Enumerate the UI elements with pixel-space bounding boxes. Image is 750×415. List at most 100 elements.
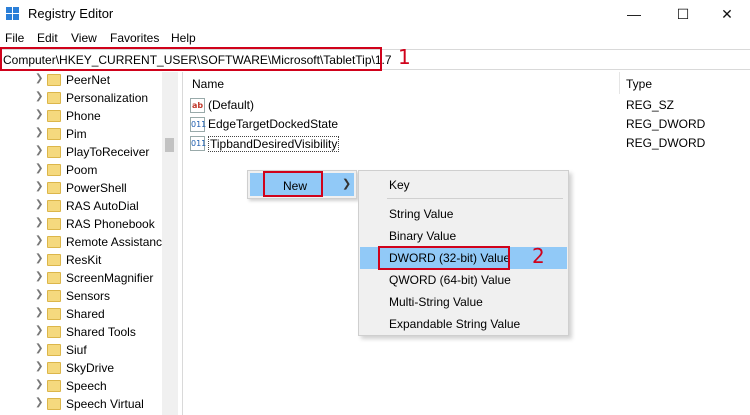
title-bar: Registry Editor — ☐ ✕ [0,0,750,28]
tree-item[interactable]: ❯ PeerNet [0,72,178,90]
folder-icon [47,92,61,104]
new-highlight-box [263,171,323,197]
chevron-right-icon[interactable]: ❯ [35,145,43,156]
binary-value-icon: 011 [190,117,206,132]
value-row[interactable]: 011 TipbandDesiredVisibility REG_DWORD [190,135,750,154]
pane-splitter[interactable] [182,72,183,415]
tree-item[interactable]: ❯ Poom [0,162,178,180]
folder-icon [47,362,61,374]
chevron-right-icon[interactable]: ❯ [35,217,43,228]
address-highlight-box [0,47,382,71]
tree-item[interactable]: ❯ Shared [0,306,178,324]
folder-icon [47,344,61,356]
tree-item[interactable]: ❯ RAS AutoDial [0,198,178,216]
binary-value-icon: 011 [190,136,206,151]
value-row[interactable]: ab (Default) REG_SZ [190,97,750,116]
column-header-name[interactable]: Name [192,77,224,91]
tree-item[interactable]: ❯ Speech Virtual [0,396,178,414]
folder-icon [47,398,61,410]
chevron-right-icon[interactable]: ❯ [35,343,43,354]
value-type: REG_DWORD [626,117,706,131]
tree-item[interactable]: ❯ Personalization [0,90,178,108]
menu-help[interactable]: Help [171,31,196,45]
chevron-right-icon[interactable]: ❯ [35,109,43,120]
step-2-label: 2 [532,244,545,268]
maximize-button[interactable]: ☐ [660,0,706,28]
folder-icon [47,380,61,392]
folder-icon [47,326,61,338]
chevron-right-icon[interactable]: ❯ [35,73,43,84]
folder-icon [47,110,61,122]
folder-icon [47,128,61,140]
chevron-right-icon[interactable]: ❯ [35,181,43,192]
tree-item[interactable]: ❯ SkyDrive [0,360,178,378]
folder-icon [47,74,61,86]
registry-editor-icon [6,7,20,21]
tree-scrollbar[interactable] [162,72,178,415]
value-type: REG_SZ [626,98,675,112]
tree-item[interactable]: ❯ Siuf [0,342,178,360]
chevron-right-icon[interactable]: ❯ [35,253,43,264]
dword-highlight-box [378,246,510,270]
submenu-item-qword-value[interactable]: QWORD (64-bit) Value [360,269,567,291]
menu-favorites[interactable]: Favorites [110,31,159,45]
chevron-right-icon[interactable]: ❯ [35,91,43,102]
column-divider[interactable] [619,72,620,94]
tree-item[interactable]: ❯ Pim [0,126,178,144]
tree-item[interactable]: ❯ Phone [0,108,178,126]
folder-icon [47,308,61,320]
tree-pane: ❯ PeerNet ❯ Personalization ❯ Phone ❯ Pim ❯ P… [0,72,178,415]
value-name: EdgeTargetDockedState [208,117,339,131]
list-header: Name Type [184,76,750,94]
folder-icon [47,236,61,248]
value-type: REG_DWORD [626,136,706,150]
tree-item[interactable]: ❯ PlayToReceiver [0,144,178,162]
submenu-item-key[interactable]: Key [360,174,567,196]
tree-item[interactable]: ❯ Shared Tools [0,324,178,342]
tree-item[interactable]: ❯ Speech [0,378,178,396]
step-1-label: 1 [398,45,411,69]
chevron-right-icon[interactable]: ❯ [35,127,43,138]
chevron-right-icon[interactable]: ❯ [35,271,43,282]
tree-item[interactable]: ❯ ScreenMagnifier [0,270,178,288]
registry-editor-window: Registry Editor — ☐ ✕ File Edit View Fav… [0,0,750,415]
menu-view[interactable]: View [71,31,97,45]
menu-edit[interactable]: Edit [37,31,58,45]
chevron-right-icon[interactable]: ❯ [35,289,43,300]
tree-scrollbar-thumb[interactable] [165,138,174,152]
submenu-item-string-value[interactable]: String Value [360,203,567,225]
chevron-right-icon: ❯ [342,178,352,190]
chevron-right-icon[interactable]: ❯ [35,361,43,372]
menu-separator [387,198,563,199]
value-name: (Default) [208,98,255,112]
folder-icon [47,290,61,302]
submenu-item-expandable-string-value[interactable]: Expandable String Value [360,313,567,335]
tree-item[interactable]: ❯ PowerShell [0,180,178,198]
folder-icon [47,200,61,212]
submenu-item-multi-string-value[interactable]: Multi-String Value [360,291,567,313]
menu-bar: File Edit View Favorites Help [0,29,750,48]
chevron-right-icon[interactable]: ❯ [35,163,43,174]
chevron-right-icon[interactable]: ❯ [35,199,43,210]
minimize-button[interactable]: — [611,0,657,28]
chevron-right-icon[interactable]: ❯ [35,397,43,408]
tree-item[interactable]: ❯ Sensors [0,288,178,306]
window-title: Registry Editor [28,6,114,21]
chevron-right-icon[interactable]: ❯ [35,325,43,336]
tree-item[interactable]: ❯ ResKit [0,252,178,270]
folder-icon [47,218,61,230]
string-value-icon: ab [190,98,205,113]
chevron-right-icon[interactable]: ❯ [35,307,43,318]
menu-file[interactable]: File [5,31,24,45]
close-button[interactable]: ✕ [704,0,750,28]
value-name: TipbandDesiredVisibility [208,136,340,152]
tree-item[interactable]: ❯ RAS Phonebook [0,216,178,234]
folder-icon [47,164,61,176]
value-row[interactable]: 011 EdgeTargetDockedState REG_DWORD [190,116,750,135]
chevron-right-icon[interactable]: ❯ [35,379,43,390]
folder-icon [47,182,61,194]
column-header-type[interactable]: Type [626,77,652,91]
chevron-right-icon[interactable]: ❯ [35,235,43,246]
folder-icon [47,146,61,158]
tree-item[interactable]: ❯ Remote Assistance [0,234,178,252]
